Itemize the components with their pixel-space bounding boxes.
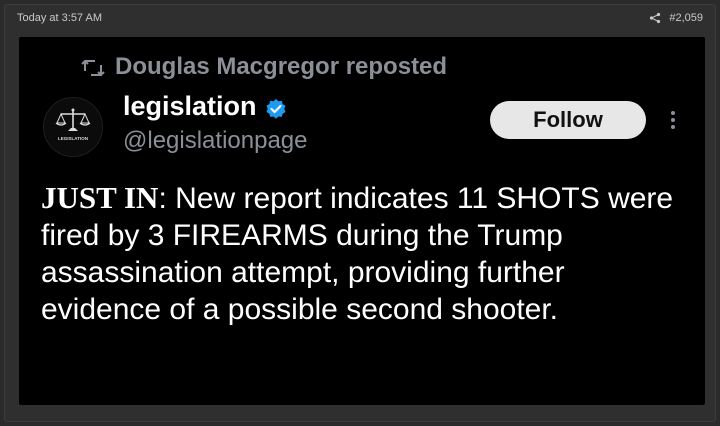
author-name-row: legislation	[123, 91, 287, 122]
tweet-prefix: JUST IN	[41, 180, 159, 215]
verified-badge-icon	[265, 96, 287, 119]
author-display-name[interactable]: legislation	[123, 91, 257, 122]
repost-row: Douglas Macgregor reposted	[81, 53, 447, 81]
repost-icon	[81, 57, 105, 77]
avatar-text: LEGISLATION	[58, 136, 88, 141]
top-bar: Today at 3:57 AM #2,059	[5, 5, 715, 35]
post-frame: Today at 3:57 AM #2,059 Douglas Macgrego…	[4, 4, 716, 422]
author-handle[interactable]: @legislationpage	[123, 127, 308, 155]
follow-button[interactable]: Follow	[490, 101, 646, 139]
tweet-text: JUST IN: New report indicates 11 SHOTS w…	[41, 179, 691, 328]
avatar[interactable]: LEGISLATION	[43, 97, 103, 157]
post-meta: #2,059	[649, 12, 703, 24]
timestamp: Today at 3:57 AM	[17, 12, 102, 24]
tweet-card: Douglas Macgregor reposted LEGISLATION l…	[19, 37, 705, 405]
share-icon[interactable]	[649, 12, 661, 24]
post-number: #2,059	[669, 12, 703, 24]
repost-label: Douglas Macgregor reposted	[115, 53, 448, 80]
scales-logo-icon: LEGISLATION	[44, 98, 102, 156]
more-options-icon[interactable]	[669, 109, 677, 131]
